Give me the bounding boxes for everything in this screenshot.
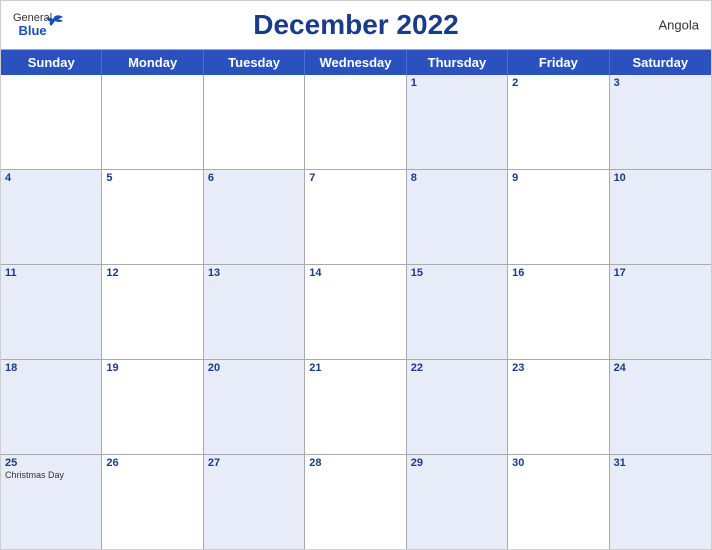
day-cell: 15: [407, 265, 508, 359]
day-number: 28: [309, 457, 401, 469]
weeks-container: 0000123456789101112131415161718192021222…: [1, 75, 711, 549]
day-cell: 24: [610, 360, 711, 454]
day-number: 5: [106, 172, 198, 184]
holiday-label: Christmas Day: [5, 470, 97, 480]
day-cell: 26: [102, 455, 203, 549]
day-number: 17: [614, 267, 707, 279]
day-number: 31: [614, 457, 707, 469]
day-cell: 30: [508, 455, 609, 549]
day-number: 10: [614, 172, 707, 184]
day-cell: 16: [508, 265, 609, 359]
day-headers: Sunday Monday Tuesday Wednesday Thursday…: [1, 50, 711, 75]
header-sunday: Sunday: [1, 50, 102, 75]
country-label: Angola: [659, 18, 699, 33]
day-cell: 0: [305, 75, 406, 169]
day-cell: 31: [610, 455, 711, 549]
calendar: General Blue December 2022 Angola Sunday…: [0, 0, 712, 550]
day-cell: 7: [305, 170, 406, 264]
day-cell: 6: [204, 170, 305, 264]
week-row-1: 0000123: [1, 75, 711, 169]
day-cell: 29: [407, 455, 508, 549]
day-cell: 18: [1, 360, 102, 454]
day-cell: 2: [508, 75, 609, 169]
day-number: 2: [512, 77, 604, 89]
month-title: December 2022: [253, 9, 458, 41]
day-number: 15: [411, 267, 503, 279]
day-cell: 17: [610, 265, 711, 359]
day-cell: 5: [102, 170, 203, 264]
day-number: 23: [512, 362, 604, 374]
day-number: 4: [5, 172, 97, 184]
day-cell: 27: [204, 455, 305, 549]
day-cell: 10: [610, 170, 711, 264]
day-cell: 11: [1, 265, 102, 359]
day-cell: 22: [407, 360, 508, 454]
day-number: 11: [5, 267, 97, 279]
day-cell: 12: [102, 265, 203, 359]
logo-bird-icon: [45, 14, 65, 32]
day-number: 3: [614, 77, 707, 89]
day-cell: 19: [102, 360, 203, 454]
day-number: 27: [208, 457, 300, 469]
day-number: 13: [208, 267, 300, 279]
day-number: 12: [106, 267, 198, 279]
day-number: 9: [512, 172, 604, 184]
day-number: 20: [208, 362, 300, 374]
day-number: 6: [208, 172, 300, 184]
day-number: 18: [5, 362, 97, 374]
day-number: 30: [512, 457, 604, 469]
day-cell: 0: [204, 75, 305, 169]
day-number: 8: [411, 172, 503, 184]
day-number: 16: [512, 267, 604, 279]
logo: General Blue: [13, 13, 52, 37]
day-cell: 13: [204, 265, 305, 359]
day-cell: 20: [204, 360, 305, 454]
header-wednesday: Wednesday: [305, 50, 406, 75]
header-saturday: Saturday: [610, 50, 711, 75]
day-cell: 25Christmas Day: [1, 455, 102, 549]
day-number: 1: [411, 77, 503, 89]
day-cell: 3: [610, 75, 711, 169]
day-cell: 9: [508, 170, 609, 264]
day-cell: 23: [508, 360, 609, 454]
logo-blue: Blue: [18, 24, 46, 37]
header-friday: Friday: [508, 50, 609, 75]
day-cell: 8: [407, 170, 508, 264]
day-number: 21: [309, 362, 401, 374]
day-number: 14: [309, 267, 401, 279]
day-cell: 0: [1, 75, 102, 169]
day-cell: 4: [1, 170, 102, 264]
day-cell: 14: [305, 265, 406, 359]
week-row-2: 456789 10: [1, 169, 711, 264]
day-cell: 1: [407, 75, 508, 169]
day-cell: 28: [305, 455, 406, 549]
day-cell: 0: [102, 75, 203, 169]
day-number: 26: [106, 457, 198, 469]
header-tuesday: Tuesday: [204, 50, 305, 75]
day-number: 7: [309, 172, 401, 184]
calendar-grid: Sunday Monday Tuesday Wednesday Thursday…: [1, 49, 711, 549]
day-number: 24: [614, 362, 707, 374]
day-number: 22: [411, 362, 503, 374]
day-cell: 21: [305, 360, 406, 454]
header-monday: Monday: [102, 50, 203, 75]
calendar-header: General Blue December 2022 Angola: [1, 1, 711, 49]
day-number: 19: [106, 362, 198, 374]
week-row-4: 18 19 20 21 22 23 24: [1, 359, 711, 454]
week-row-3: 11 12 13 14 15 16 17: [1, 264, 711, 359]
week-row-5: 25Christmas Day 26 27 28 29 30 31: [1, 454, 711, 549]
header-thursday: Thursday: [407, 50, 508, 75]
day-number: 25: [5, 457, 97, 469]
day-number: 29: [411, 457, 503, 469]
